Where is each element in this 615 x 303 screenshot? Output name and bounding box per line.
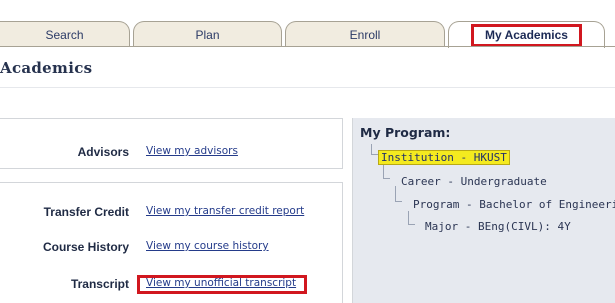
tab-my-academics[interactable]: My Academics: [448, 21, 605, 48]
tab-bar: Search Plan Enroll My Academics: [0, 0, 615, 48]
advisors-label: Advisors: [77, 145, 129, 159]
tab-underline: [0, 46, 615, 47]
course-history-link[interactable]: View my course history: [146, 240, 269, 252]
tree-connector: [383, 165, 390, 179]
transcript-label: Transcript: [70, 277, 129, 291]
page-title: Academics: [0, 59, 93, 77]
divider: [0, 87, 615, 88]
view-advisors-link[interactable]: View my advisors: [146, 145, 238, 157]
tree-connector: [395, 186, 402, 202]
tree-item-program[interactable]: Program - Bachelor of Engineering: [413, 198, 615, 211]
tree-item-career[interactable]: Career - Undergraduate: [401, 175, 547, 188]
tab-label: My Academics: [471, 24, 582, 47]
tree-item-major[interactable]: Major - BEng(CIVL): 4Y: [425, 220, 571, 233]
tab-enroll[interactable]: Enroll: [285, 21, 445, 47]
tab-label: Enroll: [349, 28, 381, 42]
transcript-highlight-box: [137, 275, 307, 294]
tree-item-institution[interactable]: Institution - HKUST: [378, 150, 510, 165]
my-program-panel: My Program: Institution - HKUST Career -…: [352, 118, 615, 303]
advisors-panel: [0, 118, 343, 169]
tree-connector: [371, 144, 378, 155]
transfer-credit-row: Transfer Credit View my transfer credit …: [0, 205, 343, 221]
tree-connector: [408, 211, 415, 225]
course-history-label: Course History: [42, 240, 129, 254]
course-history-row: Course History View my course history: [0, 240, 343, 256]
tab-plan[interactable]: Plan: [133, 21, 282, 47]
transfer-credit-report-link[interactable]: View my transfer credit report: [146, 205, 304, 217]
tab-search[interactable]: Search: [0, 21, 130, 47]
advisors-row: Advisors View my advisors: [0, 145, 343, 161]
transfer-credit-label: Transfer Credit: [43, 205, 129, 219]
program-title: My Program:: [360, 125, 451, 140]
tab-label: Plan: [195, 28, 220, 42]
tab-label: Search: [45, 28, 84, 42]
